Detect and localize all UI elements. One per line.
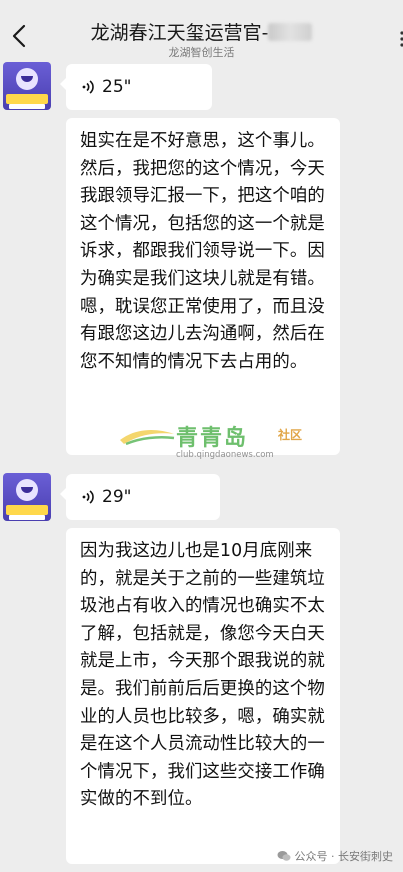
chat-title: 龙湖春江天玺运营官-	[0, 18, 403, 45]
wechat-icon	[277, 851, 290, 861]
voice-message[interactable]: 25"	[60, 64, 212, 110]
voice-duration: 29"	[102, 487, 132, 507]
voice-message[interactable]: 29"	[60, 474, 220, 520]
avatar[interactable]	[3, 473, 51, 521]
avatar[interactable]	[3, 62, 51, 110]
text-message: 姐实在是不好意思，这个事儿。然后，我把您的这个情况，今天我跟领导汇报一下，把这个…	[66, 118, 340, 455]
avatar-face-icon	[16, 68, 38, 90]
more-menu-icon[interactable]	[399, 30, 403, 48]
text-message: 因为我这边儿也是10月底刚来的，就是关于之前的一些建筑垃圾池占有收入的情况也确实…	[66, 528, 340, 864]
official-account-label: 公众号 · 长安街刺史	[277, 848, 394, 864]
message-text: 姐实在是不好意思，这个事儿。然后，我把您的这个情况，今天我跟领导汇报一下，把这个…	[80, 131, 325, 372]
voice-wave-icon	[82, 490, 94, 504]
redacted-block	[268, 23, 313, 41]
chat-title-text: 龙湖春江天玺运营官-	[90, 22, 269, 44]
chat-subtitle: 龙湖智创生活	[168, 46, 235, 59]
avatar-face-icon	[16, 479, 38, 501]
official-account-name: 公众号 · 长安街刺史	[294, 850, 394, 863]
voice-wave-icon	[82, 80, 94, 94]
chat-header: 龙湖春江天玺运营官- 龙湖智创生活	[0, 0, 403, 66]
voice-duration: 25"	[102, 77, 132, 97]
message-text: 因为我这边儿也是10月底刚来的，就是关于之前的一些建筑垃圾池占有收入的情况也确实…	[80, 541, 325, 810]
